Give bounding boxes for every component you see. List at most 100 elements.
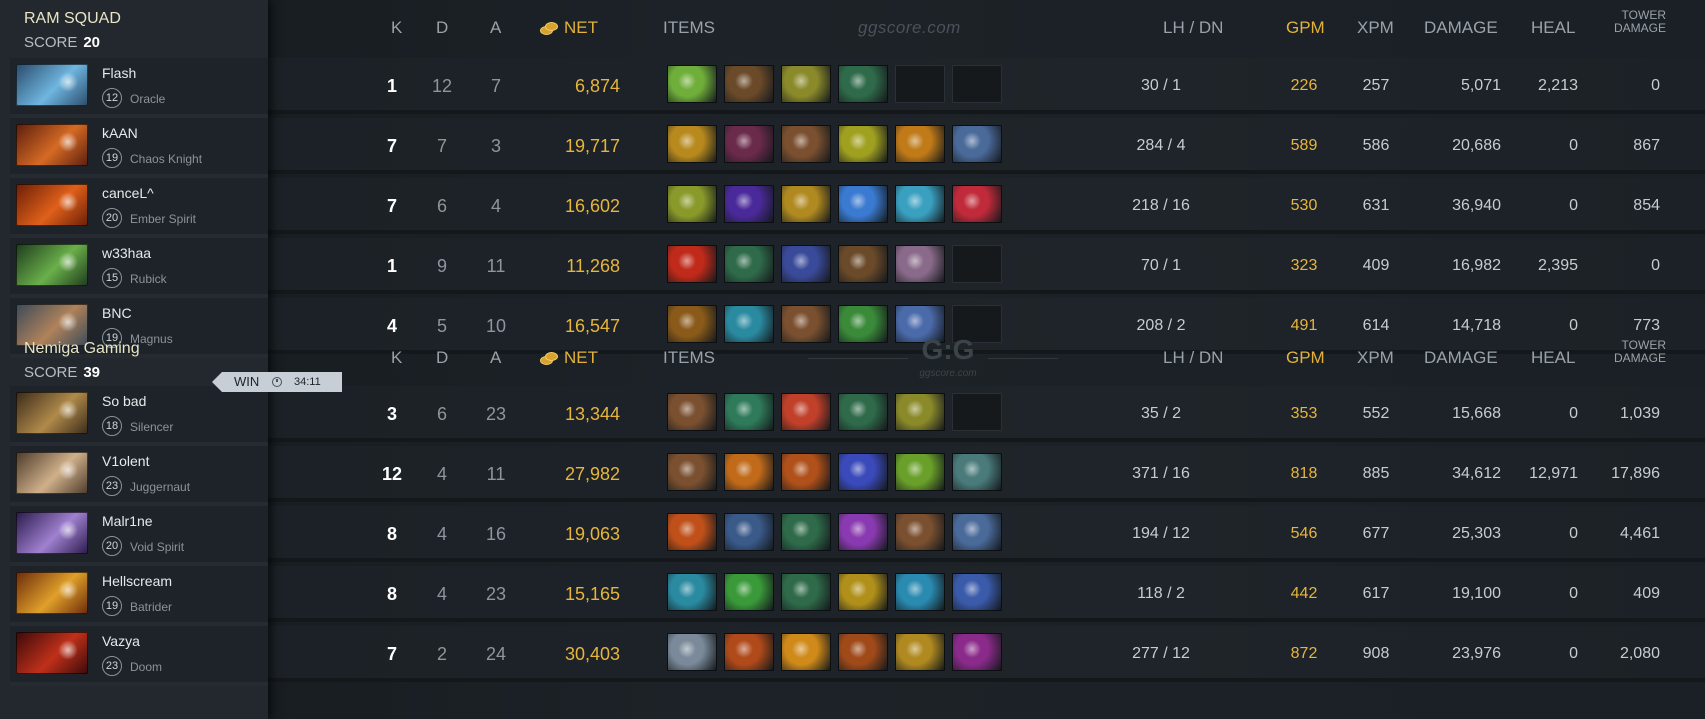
item-icon[interactable] (724, 245, 774, 283)
item-icon[interactable] (895, 393, 945, 431)
player-name[interactable]: Flash (102, 65, 136, 81)
item-icon[interactable] (667, 573, 717, 611)
item-icon[interactable] (781, 393, 831, 431)
column-header-damage[interactable]: DAMAGE (1424, 348, 1498, 368)
item-icon[interactable] (781, 185, 831, 223)
item-icon[interactable] (838, 453, 888, 491)
item-icon[interactable] (838, 573, 888, 611)
item-icon[interactable] (781, 513, 831, 551)
player-card[interactable]: Hellscream 19 Batrider (10, 566, 268, 626)
player-card[interactable]: kAAN 19 Chaos Knight (10, 118, 268, 178)
item-icon[interactable] (838, 245, 888, 283)
item-icon[interactable] (667, 245, 717, 283)
player-card[interactable]: Vazya 23 Doom (10, 626, 268, 686)
column-header-assists[interactable]: A (490, 348, 501, 368)
item-icon[interactable] (895, 245, 945, 283)
column-header-heal[interactable]: HEAL (1531, 348, 1575, 368)
column-header-kills[interactable]: K (391, 18, 402, 38)
item-icon[interactable] (667, 513, 717, 551)
player-name[interactable]: Vazya (102, 633, 140, 649)
column-header-items[interactable]: ITEMS (663, 348, 715, 368)
column-header-items[interactable]: ITEMS (663, 18, 715, 38)
item-icon[interactable] (724, 453, 774, 491)
hero-portrait[interactable] (16, 124, 88, 166)
player-card[interactable]: So bad 18 Silencer (10, 386, 268, 446)
player-name[interactable]: V1olent (102, 453, 149, 469)
column-header-assists[interactable]: A (490, 18, 501, 38)
item-icon[interactable] (724, 125, 774, 163)
column-header-damage[interactable]: DAMAGE (1424, 18, 1498, 38)
column-header-lh-dn[interactable]: LH / DN (1163, 348, 1223, 368)
column-header-kills[interactable]: K (391, 348, 402, 368)
item-icon[interactable] (724, 513, 774, 551)
item-icon[interactable] (781, 633, 831, 671)
item-icon[interactable] (667, 125, 717, 163)
item-icon[interactable] (895, 125, 945, 163)
item-icon[interactable] (667, 393, 717, 431)
item-icon[interactable] (895, 453, 945, 491)
column-header-xpm[interactable]: XPM (1357, 18, 1394, 38)
column-header-heal[interactable]: HEAL (1531, 18, 1575, 38)
item-icon[interactable] (952, 633, 1002, 671)
item-icon[interactable] (952, 573, 1002, 611)
hero-portrait[interactable] (16, 512, 88, 554)
hero-portrait[interactable] (16, 632, 88, 674)
item-icon[interactable] (895, 185, 945, 223)
player-name[interactable]: canceL^ (102, 185, 154, 201)
item-icon[interactable] (952, 185, 1002, 223)
item-icon[interactable] (724, 65, 774, 103)
player-name[interactable]: w33haa (102, 245, 151, 261)
player-name[interactable]: BNC (102, 305, 132, 321)
item-icon[interactable] (838, 185, 888, 223)
player-card[interactable]: V1olent 23 Juggernaut (10, 446, 268, 506)
item-icon[interactable] (781, 245, 831, 283)
player-name[interactable]: Hellscream (102, 573, 172, 589)
column-header-lh-dn[interactable]: LH / DN (1163, 18, 1223, 38)
column-header-deaths[interactable]: D (436, 18, 448, 38)
hero-portrait[interactable] (16, 64, 88, 106)
hero-portrait[interactable] (16, 572, 88, 614)
hero-portrait[interactable] (16, 392, 88, 434)
item-icon[interactable] (838, 125, 888, 163)
item-icon[interactable] (781, 65, 831, 103)
hero-portrait[interactable] (16, 184, 88, 226)
hero-portrait[interactable] (16, 244, 88, 286)
item-icon[interactable] (952, 513, 1002, 551)
item-icon[interactable] (667, 453, 717, 491)
item-icon[interactable] (781, 453, 831, 491)
player-name[interactable]: kAAN (102, 125, 138, 141)
item-icon[interactable] (724, 633, 774, 671)
item-icon[interactable] (838, 633, 888, 671)
item-icon[interactable] (667, 633, 717, 671)
item-icon[interactable] (667, 185, 717, 223)
hero-portrait[interactable] (16, 452, 88, 494)
column-header-deaths[interactable]: D (436, 348, 448, 368)
item-icon[interactable] (667, 65, 717, 103)
item-icon[interactable] (952, 125, 1002, 163)
column-header-gpm[interactable]: GPM (1286, 348, 1325, 368)
column-header-gpm[interactable]: GPM (1286, 18, 1325, 38)
player-card[interactable]: Flash 12 Oracle (10, 58, 268, 118)
item-icon[interactable] (724, 393, 774, 431)
column-header-xpm[interactable]: XPM (1357, 348, 1394, 368)
player-name[interactable]: So bad (102, 393, 146, 409)
item-icon[interactable] (838, 65, 888, 103)
item-icon[interactable] (895, 573, 945, 611)
player-name[interactable]: Malr1ne (102, 513, 153, 529)
column-header-net[interactable]: NET (564, 18, 598, 38)
item-icon[interactable] (895, 633, 945, 671)
column-header-net[interactable]: NET (564, 348, 598, 368)
player-card[interactable]: w33haa 15 Rubick (10, 238, 268, 298)
item-icon[interactable] (724, 185, 774, 223)
player-card[interactable]: Malr1ne 20 Void Spirit (10, 506, 268, 566)
item-icon[interactable] (952, 453, 1002, 491)
item-icon[interactable] (838, 393, 888, 431)
item-icon[interactable] (781, 573, 831, 611)
item-icon[interactable] (781, 125, 831, 163)
item-icon[interactable] (895, 513, 945, 551)
column-header-tower-damage[interactable]: TOWER DAMAGE (1610, 9, 1666, 35)
column-header-tower-damage[interactable]: TOWER DAMAGE (1610, 339, 1666, 365)
item-icon[interactable] (838, 513, 888, 551)
item-icon[interactable] (724, 573, 774, 611)
team-name[interactable]: Nemiga Gaming (24, 340, 140, 358)
